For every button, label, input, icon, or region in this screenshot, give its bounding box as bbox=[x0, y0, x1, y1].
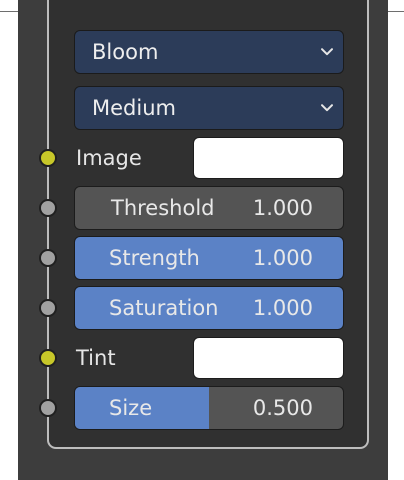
connector-line-right bbox=[388, 11, 404, 12]
size-label: Size bbox=[109, 396, 153, 420]
saturation-field[interactable]: Saturation 1.000 bbox=[74, 286, 344, 330]
strength-field[interactable]: Strength 1.000 bbox=[74, 236, 344, 280]
size-slider[interactable]: Size 0.500 bbox=[74, 386, 344, 430]
saturation-value: 1.000 bbox=[252, 296, 313, 320]
image-color-swatch[interactable] bbox=[193, 137, 344, 179]
type-dropdown-label: Bloom bbox=[92, 40, 159, 64]
tint-color-swatch[interactable] bbox=[193, 337, 344, 379]
screenshot-canvas: Bloom Medium Image Threshold 1.000 Stren… bbox=[0, 0, 404, 480]
strength-value: 1.000 bbox=[252, 246, 313, 270]
threshold-label: Threshold bbox=[111, 196, 215, 220]
threshold-value: 1.000 bbox=[252, 196, 313, 220]
chevron-down-icon bbox=[321, 48, 333, 56]
saturation-input-socket[interactable] bbox=[39, 299, 57, 317]
threshold-input-socket[interactable] bbox=[39, 199, 57, 217]
size-input-socket[interactable] bbox=[39, 399, 57, 417]
connector-line-left bbox=[0, 11, 18, 12]
type-dropdown[interactable]: Bloom bbox=[74, 30, 344, 74]
saturation-label: Saturation bbox=[109, 296, 219, 320]
tint-input-socket[interactable] bbox=[39, 349, 57, 367]
image-label: Image bbox=[76, 146, 142, 170]
threshold-field[interactable]: Threshold 1.000 bbox=[74, 186, 344, 230]
quality-dropdown-label: Medium bbox=[92, 96, 176, 120]
tint-label: Tint bbox=[76, 346, 116, 370]
chevron-down-icon bbox=[321, 104, 333, 112]
image-input-socket[interactable] bbox=[39, 149, 57, 167]
strength-input-socket[interactable] bbox=[39, 249, 57, 267]
size-value: 0.500 bbox=[252, 396, 313, 420]
quality-dropdown[interactable]: Medium bbox=[74, 86, 344, 130]
strength-label: Strength bbox=[109, 246, 200, 270]
